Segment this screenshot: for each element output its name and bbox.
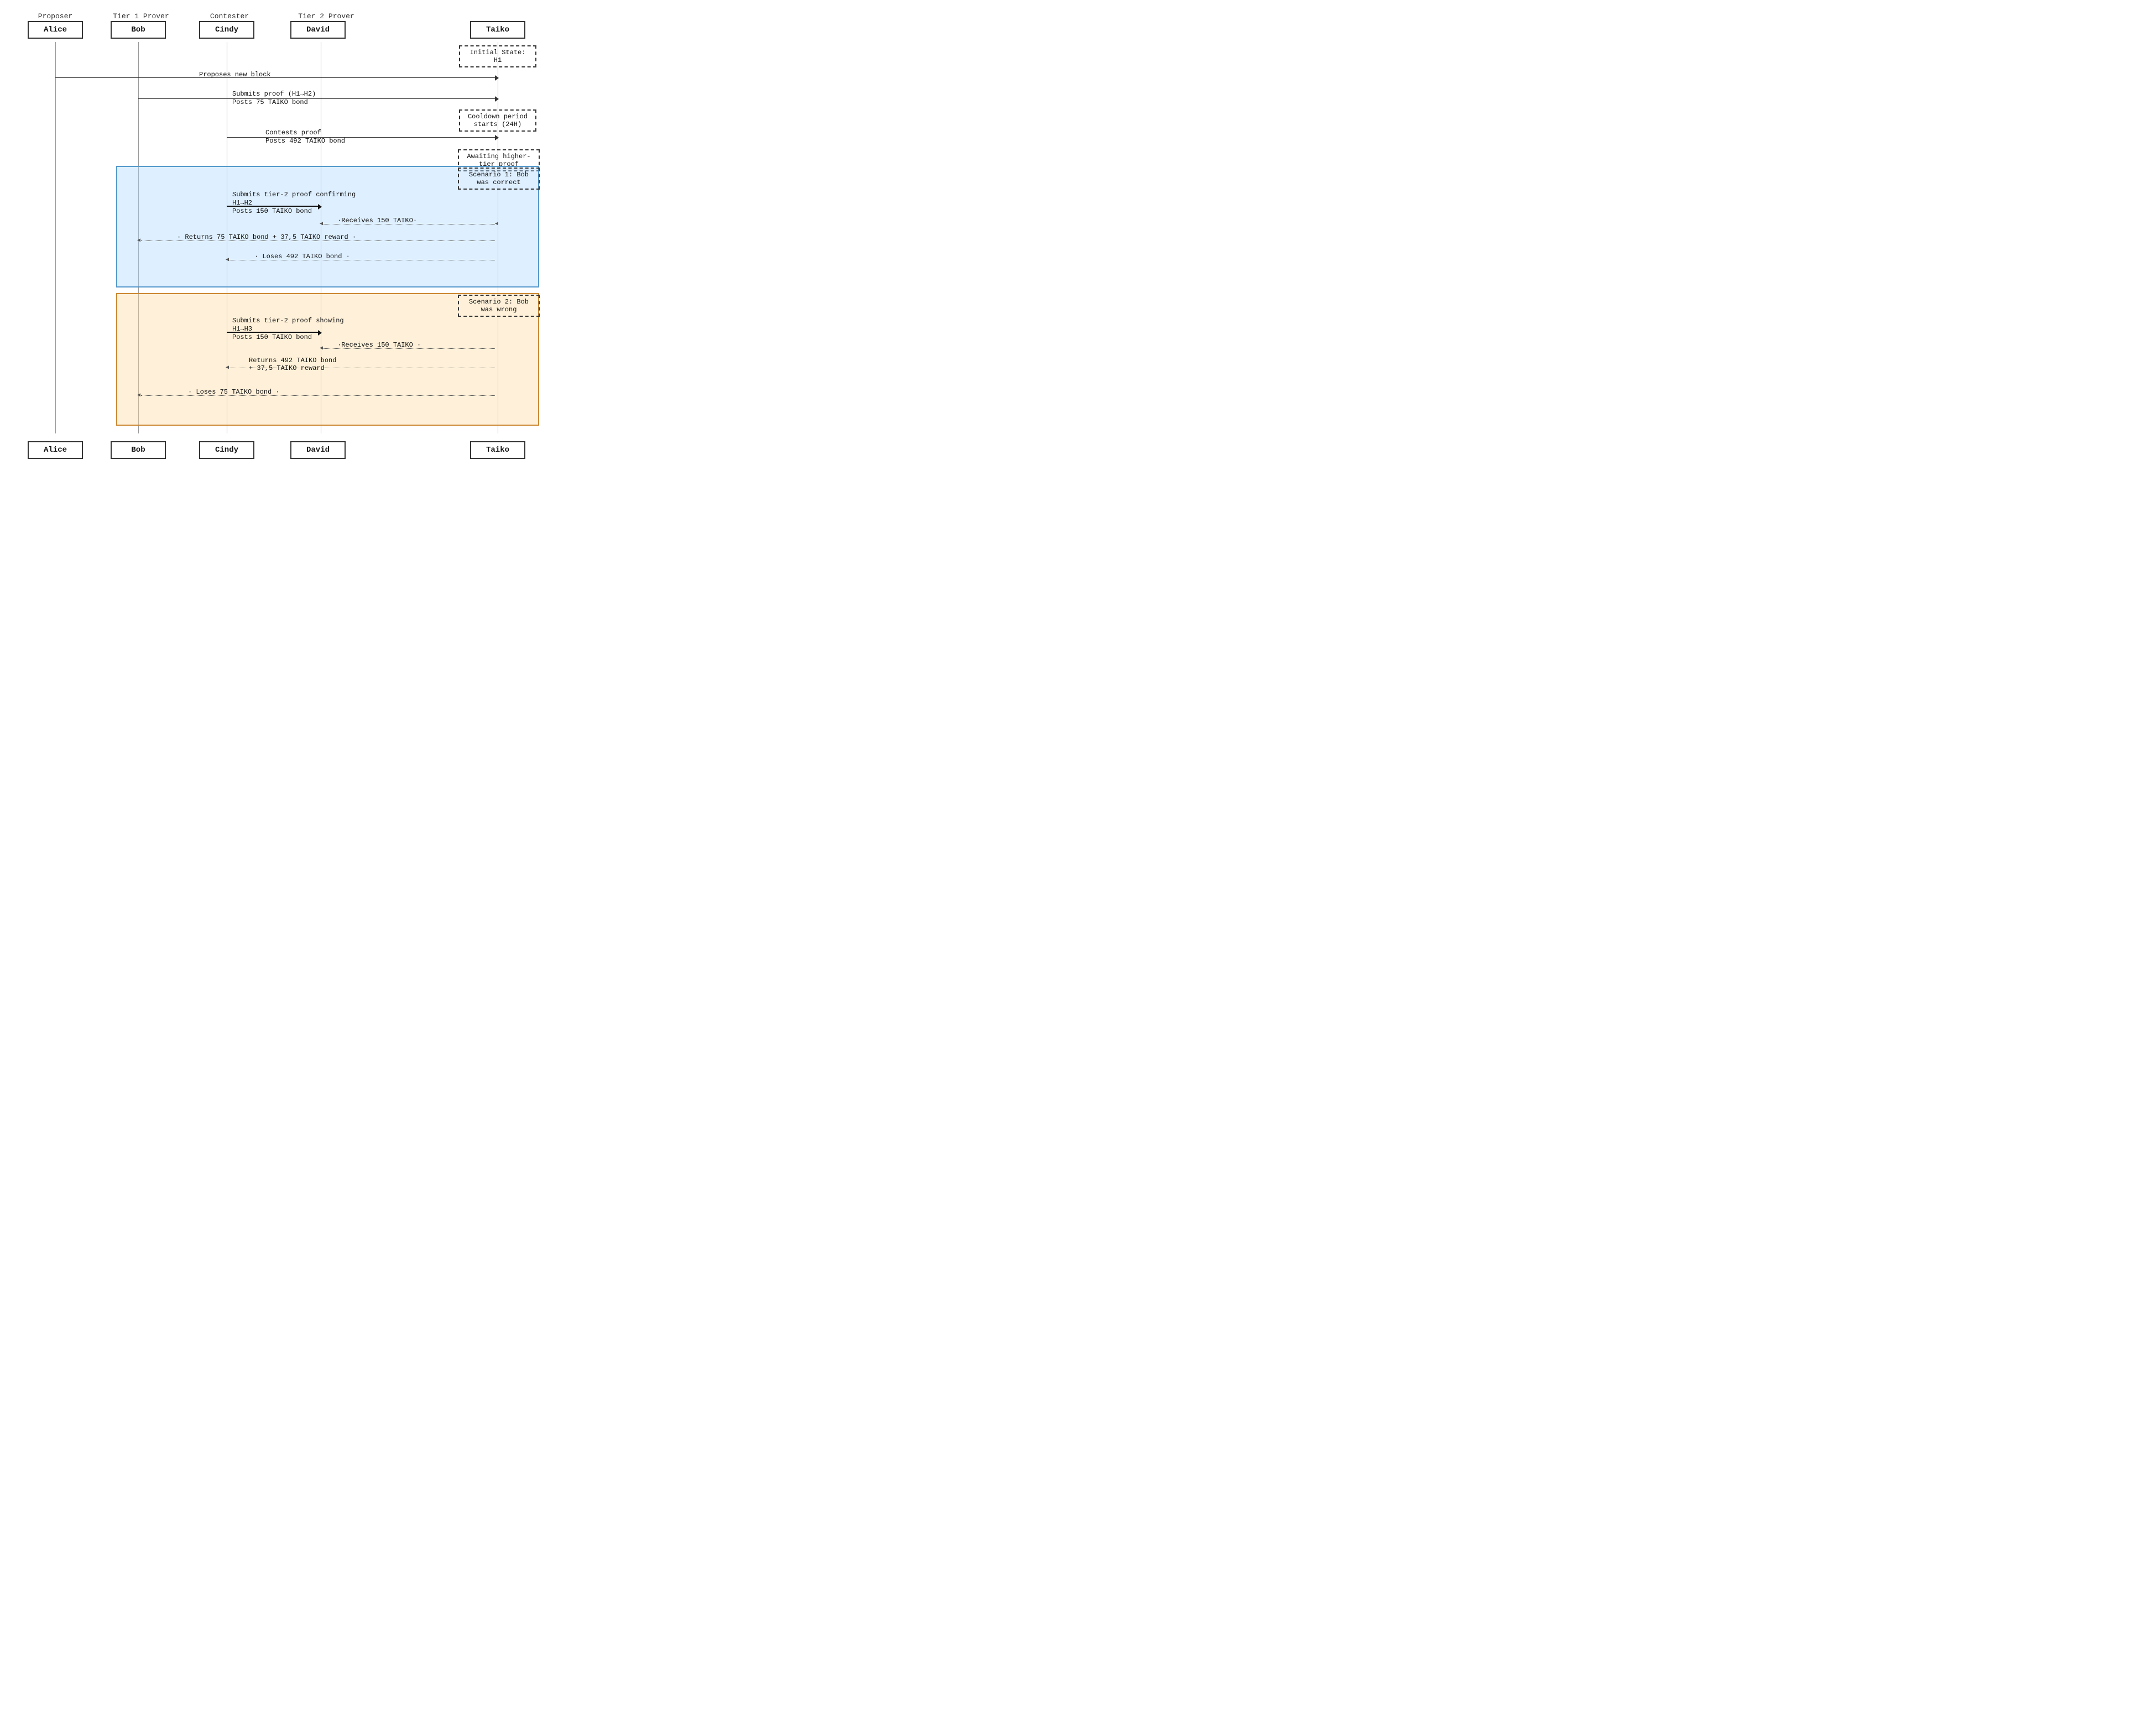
s1-posts150-label: Posts 150 TAIKO bond: [232, 207, 312, 215]
s2-posts150-label: Posts 150 TAIKO bond: [232, 333, 312, 341]
s1-returns75-label: · Returns 75 TAIKO bond + 37,5 TAIKO rew…: [177, 233, 356, 241]
scenario1-label-box: Scenario 1: Bob was correct: [458, 168, 540, 190]
contests-proof-label: Contests proof: [265, 129, 321, 137]
sequence-diagram: Proposer Tier 1 Prover Contester Tier 2 …: [11, 11, 542, 464]
actor-cindy-top: Cindy: [199, 21, 254, 39]
actor-taiko-bottom: Taiko: [470, 441, 525, 459]
actor-alice-bottom: Alice: [28, 441, 83, 459]
proposes-block-label: Proposes new block: [199, 71, 271, 79]
role-tier2prover: Tier 2 Prover: [293, 12, 359, 20]
actor-taiko-top: Taiko: [470, 21, 525, 39]
actor-bob-bottom: Bob: [111, 441, 166, 459]
s2-returns492-label: Returns 492 TAIKO bond+ 37,5 TAIKO rewar…: [249, 357, 336, 372]
submits-proof-arrow: [138, 98, 495, 99]
submits-proof-label: Submits proof (H1→H2): [232, 90, 316, 98]
s1-h1h2-label: H1→H2: [232, 199, 252, 207]
actor-david-top: David: [290, 21, 346, 39]
s1-receives150-label: ·Receives 150 TAIKO·: [337, 217, 417, 224]
s2-receives150-label: ·Receives 150 TAIKO ·: [337, 341, 421, 349]
actor-cindy-bottom: Cindy: [199, 441, 254, 459]
scenario2-label-box: Scenario 2: Bob was wrong: [458, 295, 540, 317]
initial-state-box: Initial State: H1: [459, 45, 536, 67]
role-proposer: Proposer: [28, 12, 83, 20]
posts-492-label: Posts 492 TAIKO bond: [265, 137, 345, 145]
s1-loses492-label: · Loses 492 TAIKO bond ·: [254, 253, 350, 260]
s2-loses75-label: · Loses 75 TAIKO bond ·: [188, 388, 280, 396]
s1-submits-label: Submits tier-2 proof confirming: [232, 191, 356, 198]
actor-alice-top: Alice: [28, 21, 83, 39]
submits-bond-label: Posts 75 TAIKO bond: [232, 98, 308, 106]
actor-bob-top: Bob: [111, 21, 166, 39]
s2-h1h3-label: H1→H3: [232, 325, 252, 333]
actor-david-bottom: David: [290, 441, 346, 459]
cooldown-box: Cooldown periodstarts (24H): [459, 109, 536, 132]
role-tier1prover: Tier 1 Prover: [108, 12, 174, 20]
lifeline-alice: [55, 42, 56, 433]
role-contester: Contester: [202, 12, 257, 20]
proposes-block-arrow: [55, 77, 495, 78]
s2-submits-label: Submits tier-2 proof showing: [232, 317, 344, 325]
